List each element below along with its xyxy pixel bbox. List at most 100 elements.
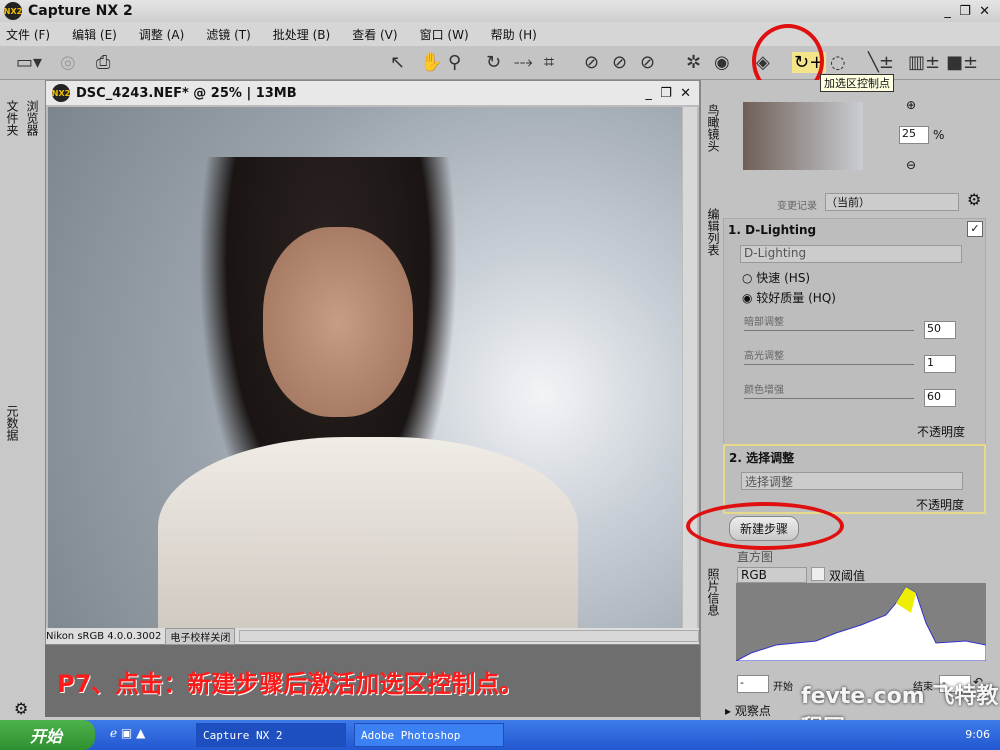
watch-point-toggle[interactable]: ▸ 观察点 bbox=[725, 702, 771, 719]
brush-icon[interactable]: ╲± bbox=[868, 52, 894, 73]
straighten-icon[interactable]: ⤏ bbox=[514, 52, 533, 73]
color-profile: Nikon sRGB 4.0.0.3002 bbox=[46, 630, 162, 642]
left-panel-strip: 文件夹 浏览器 元数据 ⚙ bbox=[0, 80, 45, 720]
task-label: Adobe Photoshop bbox=[361, 728, 461, 742]
window-controls[interactable]: _ ❐ ✕ bbox=[944, 4, 990, 19]
layout-icon[interactable]: ▭▾ bbox=[16, 52, 42, 73]
slider-highlight[interactable]: 高光调整 bbox=[744, 347, 914, 365]
annotation-circle bbox=[686, 502, 844, 550]
watch-label: 观察点 bbox=[734, 704, 771, 718]
step2-select[interactable]: 选择调整 bbox=[741, 472, 963, 490]
app-title: Capture NX 2 bbox=[28, 3, 133, 19]
birdseye-label[interactable]: 鸟瞰镜头 bbox=[705, 104, 722, 152]
neutral-point-icon[interactable]: ⊘ bbox=[640, 52, 655, 73]
vertical-scrollbar[interactable] bbox=[683, 107, 697, 629]
tutorial-caption: P7、点击：新建步骤后激活加选区控制点。 bbox=[45, 645, 700, 717]
step1-select[interactable]: D-Lighting bbox=[740, 245, 962, 263]
print-icon[interactable]: ⎙ bbox=[96, 52, 110, 73]
rotate-icon[interactable]: ↻ bbox=[486, 52, 501, 73]
slider-color-boost[interactable]: 颜色增强 bbox=[744, 381, 914, 399]
histogram-chart bbox=[736, 583, 986, 661]
step2-title[interactable]: 2. 选择调整 bbox=[729, 449, 794, 466]
hand-tool-icon[interactable]: ✋ bbox=[420, 52, 442, 73]
menu-edit[interactable]: 编辑 (E) bbox=[72, 26, 117, 43]
shadow-value[interactable]: 50 bbox=[924, 321, 956, 339]
black-point-icon[interactable]: ⊘ bbox=[584, 52, 599, 73]
history-select[interactable]: （当前） bbox=[825, 193, 959, 211]
radio-hq-label: 较好质量 (HQ) bbox=[756, 291, 836, 305]
fill-remove-icon[interactable]: ■± bbox=[946, 52, 978, 73]
tab-browser[interactable]: 浏览器 bbox=[24, 100, 41, 136]
start-label: 开始 bbox=[30, 727, 63, 746]
zoom-unit: % bbox=[933, 128, 945, 142]
menu-view[interactable]: 查看 (V) bbox=[352, 26, 397, 43]
birdseye-thumbnail[interactable] bbox=[743, 102, 863, 170]
menu-adjust[interactable]: 调整 (A) bbox=[139, 26, 184, 43]
eye-icon[interactable]: ◉ bbox=[714, 52, 730, 73]
start-button[interactable]: 开始 bbox=[0, 720, 95, 750]
edit-list-label[interactable]: 编辑列表 bbox=[705, 208, 722, 256]
document-title: DSC_4243.NEF* @ 25% | 13MB bbox=[76, 85, 297, 101]
radio-fast-label: 快速 (HS) bbox=[756, 271, 811, 285]
taskbar: 开始 ℯ ▣ ▲ Capture NX 2 Adobe Photoshop 9:… bbox=[0, 720, 1000, 750]
quick-launch-icons[interactable]: ℯ ▣ ▲ bbox=[110, 726, 145, 740]
tab-folders[interactable]: 文件夹 bbox=[4, 100, 21, 136]
crop-icon[interactable]: ⌗ bbox=[544, 52, 554, 73]
doc-window-controls[interactable]: _ ❐ ✕ bbox=[645, 86, 691, 101]
step1-title[interactable]: 1. D-Lighting bbox=[728, 223, 816, 237]
soft-proof-select[interactable]: 电子校样关闭 bbox=[165, 627, 236, 645]
arrow-tool-icon[interactable]: ↖ bbox=[390, 52, 405, 73]
right-panel: 鸟瞰镜头 ⊕ 25 % ⊖ 编辑列表 变更记录 （当前） ⚙ 1. D-Ligh… bbox=[700, 80, 1000, 741]
task-label: Capture NX 2 bbox=[203, 728, 283, 742]
slider-label: 颜色增强 bbox=[744, 385, 784, 396]
dual-threshold-checkbox[interactable] bbox=[811, 567, 825, 581]
start-label: 开始 bbox=[773, 682, 793, 693]
document-title-bar: NX2 DSC_4243.NEF* @ 25% | 13MB _ ❐ ✕ bbox=[46, 81, 699, 105]
color-boost-value[interactable]: 60 bbox=[924, 389, 956, 407]
start-input[interactable]: - bbox=[737, 675, 769, 693]
app-logo: NX2 bbox=[4, 2, 22, 20]
lasso-icon[interactable]: ◌ bbox=[830, 52, 846, 73]
document-status-bar: Nikon sRGB 4.0.0.3002 电子校样关闭 bbox=[46, 627, 699, 645]
gradient-icon[interactable]: ▥± bbox=[908, 52, 940, 73]
horizontal-scrollbar[interactable] bbox=[239, 630, 699, 642]
step-dlighting: 1. D-Lighting ✓ D-Lighting ○ 快速 (HS) ◉ 较… bbox=[723, 218, 986, 446]
title-bar: NX2 Capture NX 2 _ ❐ ✕ bbox=[0, 0, 1000, 22]
zoom-input[interactable]: 25 bbox=[899, 126, 929, 144]
radio-hq[interactable]: ◉ 较好质量 (HQ) bbox=[742, 289, 836, 306]
menu-window[interactable]: 窗口 (W) bbox=[420, 26, 469, 43]
radio-fast[interactable]: ○ 快速 (HS) bbox=[742, 269, 810, 286]
menu-bar: 文件 (F) 编辑 (E) 调整 (A) 滤镜 (T) 批处理 (B) 查看 (… bbox=[0, 22, 1000, 46]
dual-threshold-label: 双阈值 bbox=[829, 569, 866, 583]
menu-batch[interactable]: 批处理 (B) bbox=[273, 26, 330, 43]
zoom-out-icon[interactable]: ⊖ bbox=[906, 158, 916, 172]
history-label: 变更记录 bbox=[777, 201, 817, 212]
menu-filter[interactable]: 滤镜 (T) bbox=[206, 26, 251, 43]
step2-opacity[interactable]: 不透明度 bbox=[916, 496, 964, 513]
slider-label: 暗部调整 bbox=[744, 317, 784, 328]
slider-label: 高光调整 bbox=[744, 351, 784, 362]
document-window: NX2 DSC_4243.NEF* @ 25% | 13MB _ ❐ ✕ Nik… bbox=[45, 80, 700, 645]
highlight-value[interactable]: 1 bbox=[924, 355, 956, 373]
photo-canvas[interactable] bbox=[48, 107, 682, 629]
task-photoshop[interactable]: Adobe Photoshop bbox=[354, 723, 504, 747]
redeye-icon[interactable]: ✲ bbox=[686, 52, 701, 73]
channel-select[interactable]: RGB bbox=[737, 567, 807, 583]
menu-file[interactable]: 文件 (F) bbox=[6, 26, 50, 43]
zoom-tool-icon[interactable]: ⚲ bbox=[448, 52, 461, 73]
gear-icon[interactable]: ⚙ bbox=[14, 699, 28, 718]
white-point-icon[interactable]: ⊘ bbox=[612, 52, 627, 73]
slider-shadow[interactable]: 暗部调整 bbox=[744, 313, 914, 331]
doc-logo: NX2 bbox=[52, 84, 70, 102]
step1-checkbox[interactable]: ✓ bbox=[967, 221, 983, 237]
photo-info-label[interactable]: 照片信息 bbox=[705, 568, 722, 616]
tab-metadata[interactable]: 元数据 bbox=[4, 405, 21, 441]
menu-help[interactable]: 帮助 (H) bbox=[491, 26, 537, 43]
settings-gear-icon[interactable]: ⚙ bbox=[967, 190, 981, 209]
toolbar: ▭▾ ◎ ⎙ ↖ ✋ ⚲ ↻ ⤏ ⌗ ⊘ ⊘ ⊘ ✲ ◉ ◈ ↻+ ◌ ╲± ▥… bbox=[0, 46, 1000, 92]
tooltip: 加选区控制点 bbox=[820, 74, 894, 92]
zoom-in-icon[interactable]: ⊕ bbox=[906, 98, 916, 112]
step1-opacity[interactable]: 不透明度 bbox=[917, 423, 965, 440]
camera-icon[interactable]: ◎ bbox=[60, 52, 76, 73]
task-capture-nx[interactable]: Capture NX 2 bbox=[196, 723, 346, 747]
